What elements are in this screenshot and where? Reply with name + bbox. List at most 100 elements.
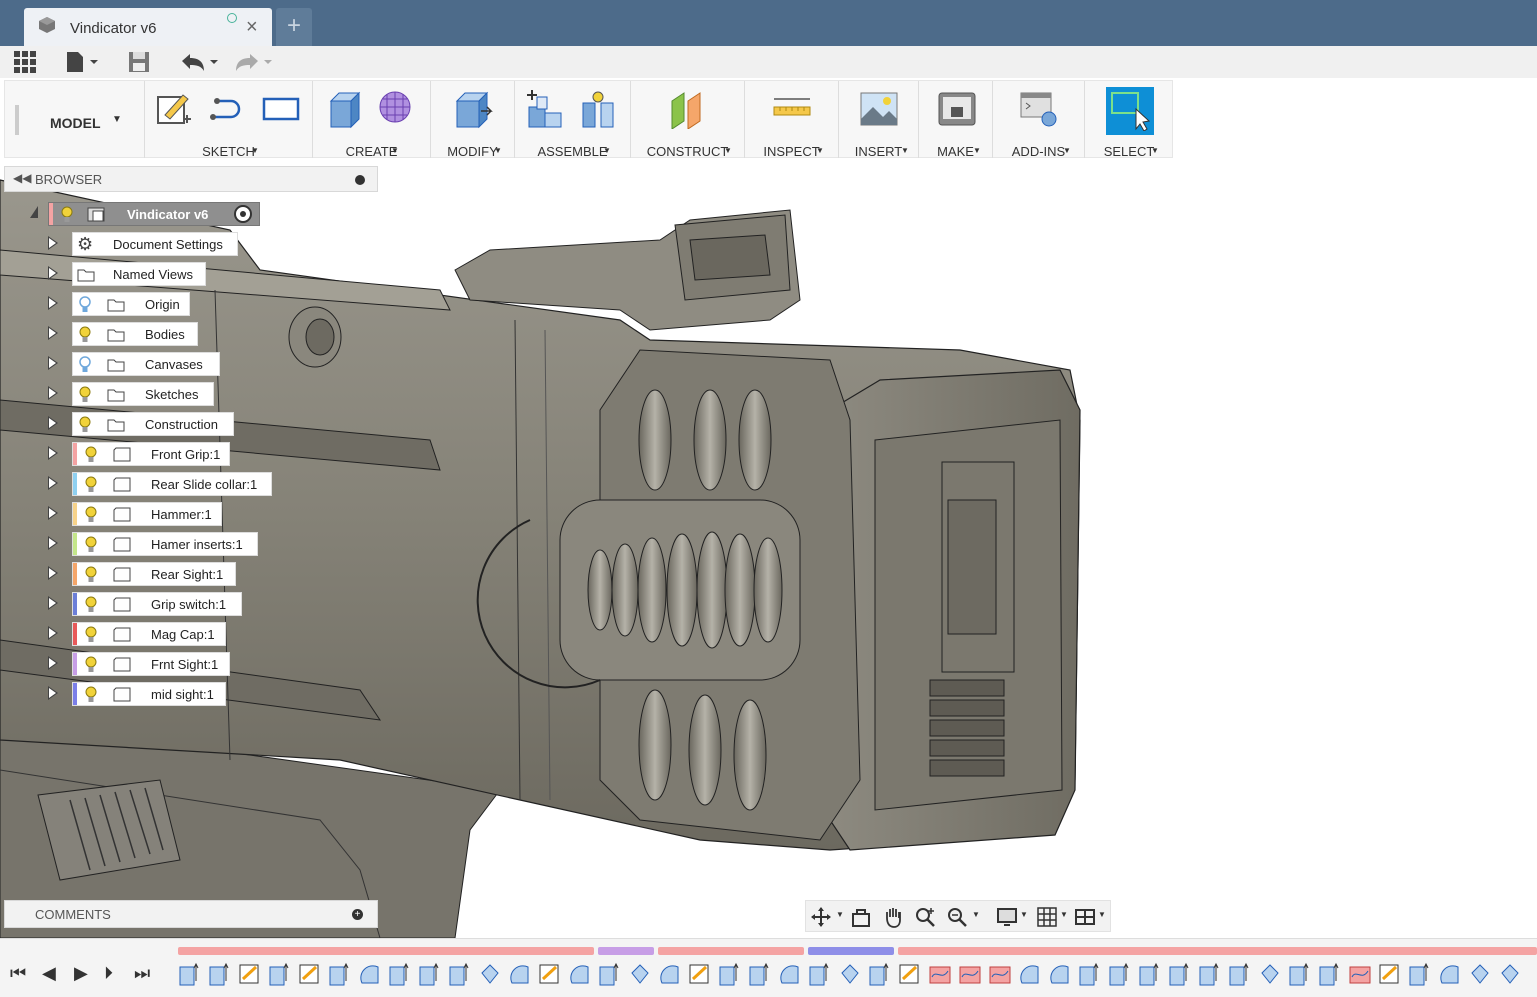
look-at-icon[interactable]	[850, 906, 872, 928]
comments-panel[interactable]: COMMENTS +	[4, 900, 378, 928]
workspace-switcher[interactable]: MODEL ▼	[15, 81, 145, 159]
tree-node[interactable]: Rear Slide collar:1	[72, 472, 272, 496]
expand-arrow-icon[interactable]	[48, 386, 58, 400]
visibility-bulb-icon[interactable]	[85, 506, 97, 523]
zoom-window-icon[interactable]	[914, 906, 936, 928]
chevron-down-icon[interactable]: ▼	[1020, 910, 1028, 919]
timeline-group-bar[interactable]	[598, 947, 654, 955]
timeline-group-bar[interactable]	[808, 947, 894, 955]
step-forward-icon[interactable]: ⏵	[104, 963, 113, 984]
add-ins-group[interactable]: ADD-INS	[993, 81, 1085, 159]
visibility-bulb-icon[interactable]	[85, 446, 97, 463]
expand-arrow-icon[interactable]	[48, 446, 58, 460]
chevron-down-icon[interactable]: ▼	[836, 910, 844, 919]
tree-row-rear-slide-collar[interactable]: Rear Slide collar:1	[48, 472, 278, 496]
visibility-bulb-icon[interactable]	[79, 416, 91, 433]
3d-print-icon[interactable]	[937, 89, 977, 129]
visibility-bulb-icon[interactable]	[85, 596, 97, 613]
tree-node[interactable]: Rear Sight:1	[72, 562, 236, 586]
add-comment-icon[interactable]: +	[352, 909, 363, 920]
offset-plane-icon[interactable]	[668, 89, 708, 129]
visibility-bulb-icon[interactable]	[61, 206, 73, 223]
sketch-group[interactable]: SKETCH	[145, 81, 313, 159]
timeline-group-bar[interactable]	[898, 947, 1537, 955]
expand-arrow-icon[interactable]	[48, 656, 58, 670]
tree-row-rear-sight[interactable]: Rear Sight:1	[48, 562, 248, 586]
modify-group[interactable]: MODIFY	[431, 81, 515, 159]
visibility-bulb-icon[interactable]	[85, 566, 97, 583]
expand-arrow-icon[interactable]	[48, 626, 58, 640]
tree-node[interactable]: Grip switch:1	[72, 592, 242, 616]
go-to-end-icon[interactable]: ⏭	[134, 963, 150, 984]
file-menu-icon[interactable]	[64, 50, 100, 74]
close-tab-icon[interactable]: ×	[246, 16, 258, 39]
tree-row-origin[interactable]: Origin	[48, 292, 228, 316]
create-form-icon[interactable]	[377, 89, 417, 129]
viewports-icon[interactable]	[1074, 906, 1096, 928]
step-back-icon[interactable]: ◀	[42, 963, 56, 984]
orbit-icon[interactable]	[810, 906, 832, 928]
redo-icon[interactable]	[232, 50, 274, 74]
apps-grid-icon[interactable]	[14, 50, 36, 74]
tree-node[interactable]: Construction	[72, 412, 234, 436]
activate-radio-icon[interactable]	[234, 205, 252, 223]
visibility-bulb-icon[interactable]	[85, 626, 97, 643]
joint-icon[interactable]	[579, 89, 619, 129]
select-button[interactable]	[1106, 87, 1154, 135]
assemble-group[interactable]: ASSEMBLE	[515, 81, 631, 159]
tree-node[interactable]: Hammer:1	[72, 502, 222, 526]
expand-arrow-icon[interactable]	[48, 686, 58, 700]
pin-icon[interactable]	[355, 175, 365, 185]
tree-node[interactable]: mid sight:1	[72, 682, 226, 706]
play-icon[interactable]: ▶	[74, 963, 88, 984]
pan-hand-icon[interactable]	[882, 906, 904, 928]
expand-arrow-icon[interactable]	[48, 296, 58, 310]
insert-image-icon[interactable]	[859, 89, 899, 129]
chevron-down-icon[interactable]: ▼	[1098, 910, 1106, 919]
expand-arrow-icon[interactable]	[48, 596, 58, 610]
select-group[interactable]: SELECT	[1085, 81, 1173, 159]
save-icon[interactable]	[128, 50, 150, 74]
expand-arrow-icon[interactable]	[48, 416, 58, 430]
tree-row-frnt-sight[interactable]: Frnt Sight:1	[48, 652, 248, 676]
tree-row-hamer-inserts[interactable]: Hamer inserts:1	[48, 532, 268, 556]
root-node[interactable]: Vindicator v6	[48, 202, 260, 226]
grid-icon[interactable]	[1036, 906, 1058, 928]
inspect-group[interactable]: INSPECT	[745, 81, 839, 159]
tree-node[interactable]: Front Grip:1	[72, 442, 230, 466]
tree-node[interactable]: Named Views	[72, 262, 206, 286]
tree-node[interactable]: Canvases	[72, 352, 220, 376]
tree-node[interactable]: Hamer inserts:1	[72, 532, 258, 556]
tree-row-document-settings[interactable]: ⚙ Document Settings	[48, 232, 248, 256]
visibility-bulb-icon[interactable]	[79, 296, 91, 313]
browser-panel-header[interactable]: ◀◀ BROWSER	[4, 166, 378, 192]
scripts-icon[interactable]	[1019, 89, 1059, 129]
timeline-group-bar[interactable]	[178, 947, 594, 955]
go-to-start-icon[interactable]: ⏮	[10, 963, 26, 984]
visibility-bulb-icon[interactable]	[85, 656, 97, 673]
measure-icon[interactable]	[772, 89, 812, 129]
visibility-bulb-icon[interactable]	[85, 476, 97, 493]
expand-arrow-icon[interactable]	[48, 266, 58, 280]
tree-row-hammer[interactable]: Hammer:1	[48, 502, 248, 526]
tree-root[interactable]: Vindicator v6	[30, 202, 260, 226]
tree-row-grip-switch[interactable]: Grip switch:1	[48, 592, 258, 616]
extrude-icon[interactable]	[325, 89, 365, 129]
expand-arrow-icon[interactable]	[48, 326, 58, 340]
expand-arrow-icon[interactable]	[48, 506, 58, 520]
timeline-group-bar[interactable]	[658, 947, 804, 955]
rectangle-icon[interactable]	[261, 89, 301, 129]
visibility-bulb-icon[interactable]	[79, 326, 91, 343]
expand-arrow-icon[interactable]	[48, 236, 58, 250]
tree-row-named-views[interactable]: Named Views	[48, 262, 248, 286]
make-group[interactable]: MAKE	[919, 81, 993, 159]
expand-arrow-icon[interactable]	[48, 536, 58, 550]
tree-node[interactable]: Sketches	[72, 382, 214, 406]
tree-node[interactable]: Bodies	[72, 322, 198, 346]
expand-arrow-icon[interactable]	[48, 476, 58, 490]
tree-node[interactable]: Frnt Sight:1	[72, 652, 230, 676]
timeline-features[interactable]	[178, 955, 1537, 989]
create-group[interactable]: CREATE	[313, 81, 431, 159]
visibility-bulb-icon[interactable]	[79, 356, 91, 373]
visibility-bulb-icon[interactable]	[85, 686, 97, 703]
